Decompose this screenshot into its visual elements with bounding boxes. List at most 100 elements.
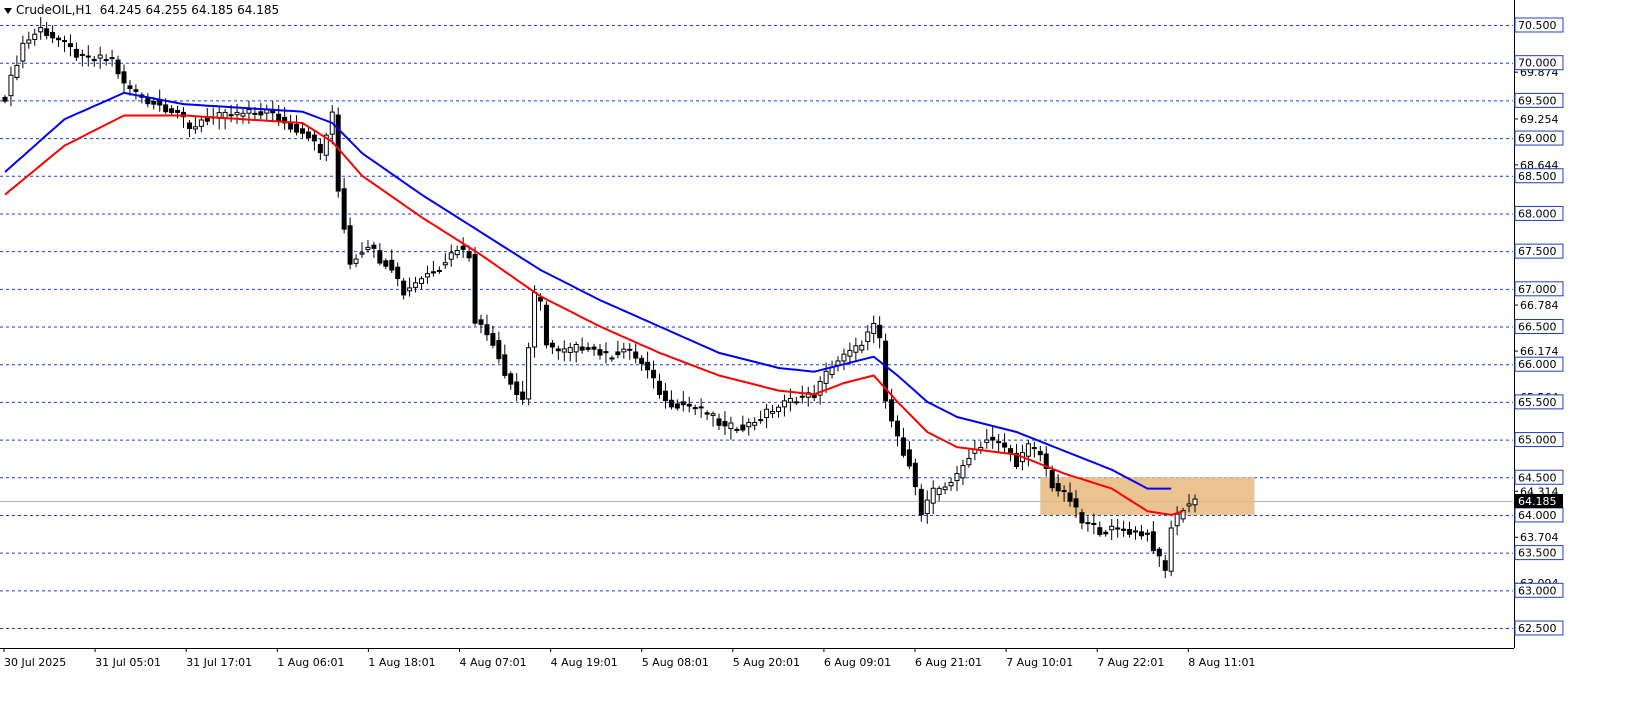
- time-tick-label: 5 Aug 08:01: [642, 656, 709, 669]
- price-level-label: 62.500: [1518, 622, 1557, 635]
- candle-bull: [1061, 490, 1067, 493]
- candle-bear: [496, 340, 502, 360]
- candle-bear: [484, 324, 490, 336]
- dropdown-triangle-icon[interactable]: [4, 7, 12, 14]
- price-chart: 69.87469.25468.64466.78466.17465.56464.9…: [0, 0, 1564, 669]
- candle-bull: [1133, 530, 1138, 533]
- candle-bull: [776, 406, 781, 412]
- candle-bear: [645, 361, 651, 371]
- candle-bull: [1115, 527, 1121, 530]
- candle-bear: [1037, 450, 1043, 456]
- candle-bull: [240, 112, 246, 117]
- candle-bear: [680, 401, 686, 406]
- candle-bull: [948, 482, 954, 487]
- time-tick-label: 4 Aug 19:01: [551, 656, 618, 669]
- candle-bear: [1073, 498, 1079, 508]
- axes-layer: 69.87469.25468.64466.78466.17465.56464.9…: [0, 0, 1564, 669]
- candle-bear: [990, 436, 996, 441]
- candle-bear: [895, 420, 900, 437]
- candle-bear: [401, 280, 407, 296]
- price-level-label: 63.000: [1518, 584, 1557, 597]
- candle-bear: [311, 134, 317, 142]
- candle-bear: [591, 346, 597, 350]
- price-tick-label: 63.704: [1520, 531, 1559, 544]
- candle-bear: [633, 351, 639, 359]
- candle-bull: [419, 278, 424, 284]
- candle-bear: [508, 373, 514, 385]
- candle-bear: [1097, 527, 1103, 536]
- time-tick-label: 1 Aug 06:01: [277, 656, 344, 669]
- candle-bear: [228, 114, 234, 117]
- candle-bear: [1127, 528, 1133, 535]
- candle-bear: [133, 89, 139, 92]
- candle-bull: [960, 464, 966, 479]
- candle-bull: [698, 406, 704, 409]
- candle-bear: [115, 59, 121, 75]
- candle-bull: [764, 408, 770, 419]
- chart-window: 69.87469.25468.64466.78466.17465.56464.9…: [0, 0, 1651, 705]
- candle-bull: [252, 112, 258, 115]
- candle-bear: [1103, 531, 1109, 535]
- candle-bear: [704, 412, 710, 415]
- candle-bull: [823, 370, 829, 384]
- candle-bear: [877, 324, 883, 339]
- candle-bear: [204, 117, 210, 122]
- candle-bull: [234, 111, 240, 116]
- candle-bear: [460, 245, 466, 250]
- candle-bull: [62, 40, 67, 43]
- candle-bull: [746, 421, 752, 428]
- candle-bull: [984, 439, 990, 443]
- candle-bear: [889, 399, 895, 422]
- candle-bull: [1025, 443, 1031, 457]
- candle-bull: [8, 74, 14, 97]
- candle-bear: [1008, 448, 1014, 454]
- candle-bear: [56, 37, 62, 41]
- candle-bear: [466, 250, 472, 259]
- candle-bear: [674, 403, 680, 409]
- candle-bear: [1002, 442, 1008, 448]
- price-level-label: 69.500: [1518, 94, 1557, 107]
- candle-bear: [900, 437, 906, 456]
- candle-bull: [109, 57, 115, 60]
- candle-bull: [841, 353, 847, 362]
- candle-bear: [1031, 447, 1037, 450]
- candle-bull: [353, 258, 359, 264]
- candle-bear: [543, 304, 549, 346]
- candle-bull: [365, 246, 371, 251]
- time-tick-label: 30 Jul 2025: [4, 656, 66, 669]
- candle-bull: [103, 59, 109, 62]
- candle-bull: [91, 58, 97, 62]
- candle-bear: [157, 100, 163, 106]
- candle-bear: [1085, 522, 1091, 525]
- time-tick-label: 31 Jul 17:01: [186, 656, 252, 669]
- candle-bear: [1150, 531, 1156, 552]
- candle-bear: [799, 395, 805, 398]
- candle-bear: [1079, 512, 1085, 524]
- candle-bull: [85, 55, 91, 58]
- candle-bull: [79, 53, 85, 56]
- candle-bear: [912, 462, 918, 488]
- price-tick-label: 69.254: [1520, 113, 1559, 126]
- candle-bear: [1091, 522, 1097, 526]
- candle-bear: [395, 266, 401, 280]
- candle-bull: [609, 357, 615, 360]
- candle-bull: [1192, 498, 1198, 506]
- chart-header: CrudeOIL,H1 64.245 64.255 64.185 64.185: [4, 3, 279, 17]
- time-tick-label: 6 Aug 09:01: [824, 656, 891, 669]
- candle-bear: [722, 420, 728, 427]
- candle-bull: [1168, 527, 1174, 572]
- price-tick-label: 66.174: [1520, 345, 1559, 358]
- candle-bear: [186, 122, 192, 130]
- candle-bull: [246, 109, 252, 114]
- time-tick-label: 7 Aug 10:01: [1006, 656, 1073, 669]
- candle-bear: [44, 28, 50, 37]
- candle-bull: [871, 322, 877, 334]
- price-level-label: 65.000: [1518, 434, 1557, 447]
- candle-bear: [1156, 548, 1162, 557]
- candle-bear: [317, 143, 323, 154]
- candle-bull: [454, 249, 460, 256]
- candle-bull: [561, 348, 567, 353]
- price-level-label: 66.500: [1518, 321, 1557, 334]
- candle-bear: [371, 244, 377, 249]
- candle-bear: [377, 250, 383, 264]
